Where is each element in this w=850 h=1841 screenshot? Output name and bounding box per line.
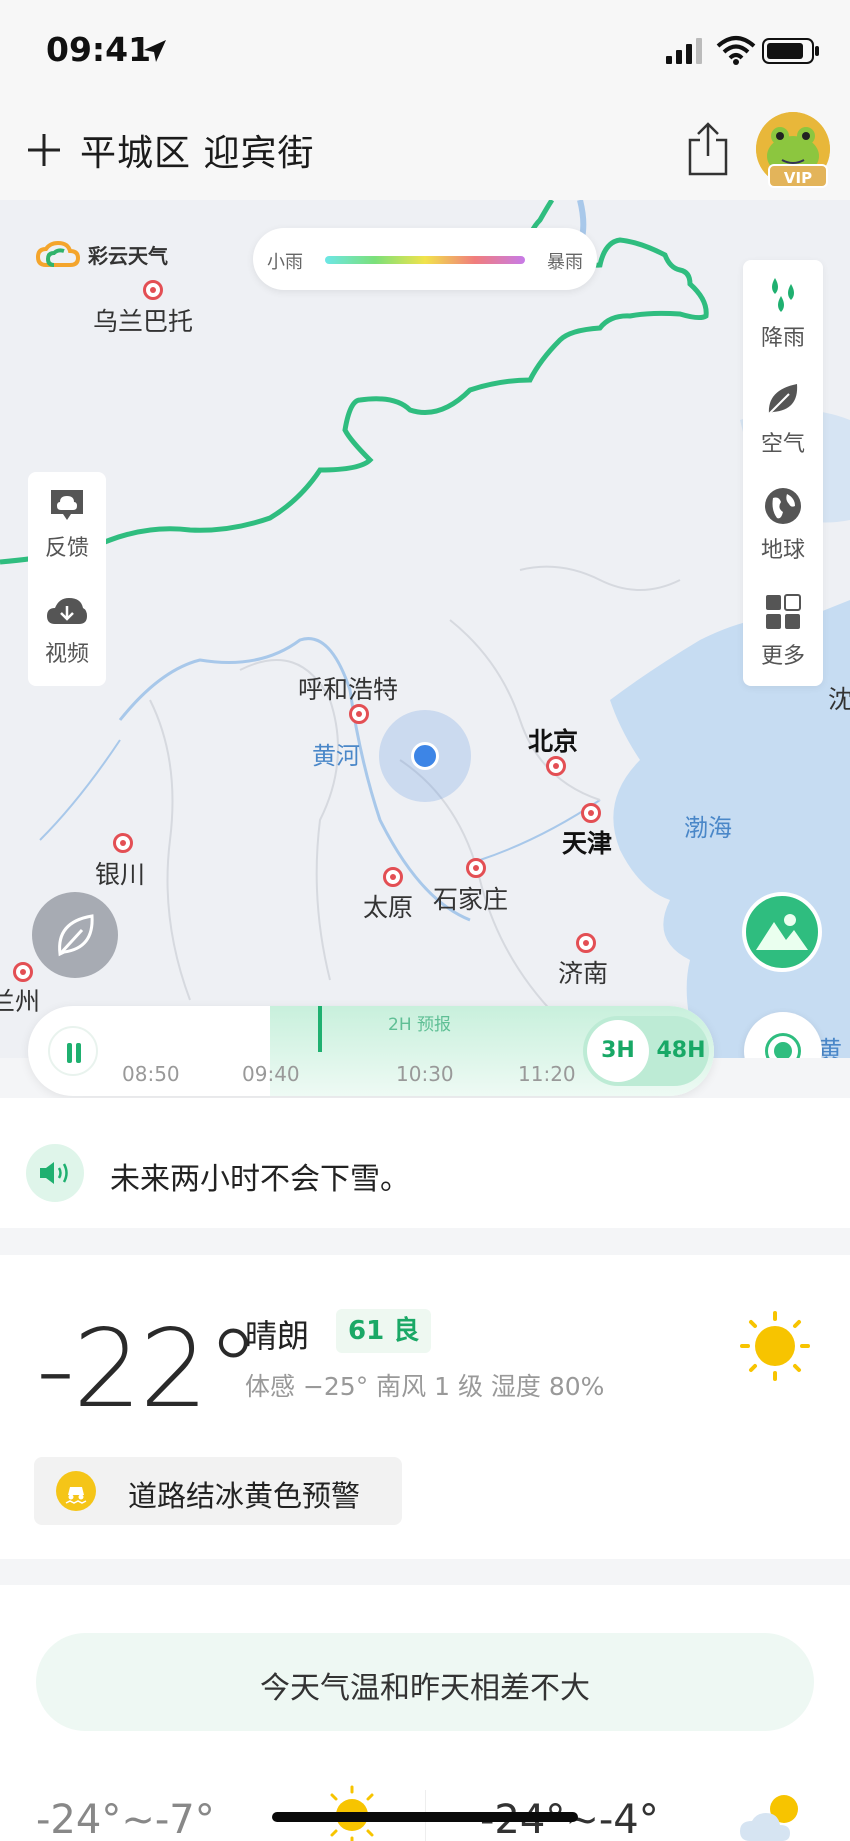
video-button[interactable]: 视频 bbox=[28, 594, 106, 668]
feedback-button[interactable]: 反馈 bbox=[28, 488, 106, 562]
cloud-logo-icon bbox=[36, 240, 80, 267]
map-layer-panel: 降雨 空气 地球 更多 bbox=[743, 260, 823, 686]
video-label: 视频 bbox=[44, 642, 89, 667]
today-range: -24°~-7° bbox=[36, 1797, 215, 1841]
city-beijing: 北京 bbox=[528, 727, 579, 756]
layer-air-label: 空气 bbox=[760, 432, 805, 457]
sun-cloud-icon bbox=[740, 1795, 798, 1841]
weather-app: { "status_bar": {"time": "09:41"}, "head… bbox=[0, 0, 850, 1841]
rain-drops-icon bbox=[772, 278, 794, 312]
city-yinchuan: 银川 bbox=[95, 860, 146, 889]
city-marker bbox=[581, 803, 601, 823]
city-marker bbox=[546, 756, 566, 776]
layer-globe-label: 地球 bbox=[760, 538, 805, 563]
city-marker bbox=[576, 933, 596, 953]
city-shijiazhuang: 石家庄 bbox=[433, 885, 509, 914]
layer-rain-label: 降雨 bbox=[760, 326, 805, 351]
current-temperature: -22° bbox=[36, 1307, 260, 1432]
road-icing-warning-icon bbox=[56, 1471, 96, 1511]
weather-warning[interactable]: 道路结冰黄色预警 bbox=[34, 1457, 402, 1525]
city-marker bbox=[13, 962, 33, 982]
mountain-icon bbox=[756, 914, 808, 950]
legend-heavy-label: 暴雨 bbox=[547, 252, 583, 273]
feedback-icon bbox=[51, 490, 83, 520]
scenery-button[interactable] bbox=[742, 892, 822, 972]
aqi-badge[interactable]: 61 良 bbox=[336, 1309, 432, 1353]
caiyun-logo: 彩云天气 bbox=[36, 240, 168, 269]
logo-text: 彩云天气 bbox=[88, 244, 168, 268]
city-wulanbatuo: 乌兰巴托 bbox=[93, 307, 194, 336]
sea-bohai: 渤海 bbox=[684, 814, 732, 842]
vip-badge: VIP bbox=[768, 164, 828, 188]
layer-air-button[interactable]: 空气 bbox=[743, 380, 823, 458]
grid-icon bbox=[766, 594, 801, 629]
feedback-panel: 反馈 视频 bbox=[28, 472, 106, 686]
layer-globe-button[interactable]: 地球 bbox=[743, 486, 823, 564]
time-tick: 09:40 bbox=[242, 1062, 300, 1086]
pause-button[interactable] bbox=[48, 1026, 98, 1076]
city-marker bbox=[143, 280, 163, 300]
compare-text: 今天气温和昨天相差不大 bbox=[260, 1671, 590, 1706]
time-tick: 10:30 bbox=[396, 1062, 454, 1086]
daily-summary: 今天气温和昨天相差不大 -24°~-7° -24°~-4° bbox=[0, 1585, 850, 1841]
video-download-icon bbox=[47, 598, 87, 624]
current-weather-card: -22° 晴朗 61 良 体感 −25° 南风 1 级 湿度 80% 道路结冰黄… bbox=[0, 1255, 850, 1559]
notice-text: 未来两小时不会下雪。 bbox=[110, 1162, 410, 1197]
globe-icon bbox=[765, 488, 801, 524]
forecast-label: 2H 预报 bbox=[388, 1015, 452, 1035]
feedback-label: 反馈 bbox=[44, 536, 89, 561]
leaf-icon bbox=[768, 384, 798, 415]
weather-details: 体感 −25° 南风 1 级 湿度 80% bbox=[245, 1372, 605, 1401]
add-location-icon[interactable] bbox=[24, 130, 64, 170]
warning-text: 道路结冰黄色预警 bbox=[128, 1479, 361, 1513]
toggle-48h[interactable]: 48H bbox=[653, 1016, 709, 1086]
speaker-icon bbox=[40, 1162, 68, 1184]
speaker-button[interactable] bbox=[26, 1144, 84, 1202]
time-tick: 11:20 bbox=[518, 1062, 576, 1086]
wifi-icon bbox=[716, 36, 756, 65]
compare-banner: 今天气温和昨天相差不大 bbox=[36, 1633, 814, 1731]
precip-notice-card: 未来两小时不会下雪。 bbox=[0, 1098, 850, 1228]
location-title[interactable]: 平城区 迎宾街 bbox=[80, 124, 314, 176]
share-icon[interactable] bbox=[686, 118, 730, 178]
more-button[interactable]: 更多 bbox=[743, 592, 823, 670]
toggle-3h[interactable]: 3H bbox=[587, 1020, 649, 1082]
range-toggle[interactable]: 3H 48H bbox=[583, 1016, 709, 1086]
city-shen: 沈 bbox=[828, 685, 850, 714]
city-marker bbox=[349, 704, 369, 724]
app-header: 平城区 迎宾街 VIP bbox=[0, 108, 850, 200]
city-tianjin: 天津 bbox=[562, 829, 613, 858]
more-label: 更多 bbox=[760, 644, 805, 669]
city-taiyuan: 太原 bbox=[363, 893, 414, 922]
battery-icon bbox=[762, 38, 819, 64]
weather-condition: 晴朗 bbox=[245, 1317, 310, 1355]
home-indicator[interactable] bbox=[272, 1812, 578, 1822]
city-marker bbox=[466, 858, 486, 878]
radar-map[interactable]: 彩云天气 小雨 暴雨 降雨 空气 地球 更多 反馈 视频 乌兰巴托 呼和浩特 黄… bbox=[0, 200, 850, 1058]
river-huanghe: 黄河 bbox=[312, 742, 360, 770]
city-jinan: 济南 bbox=[558, 959, 609, 988]
radar-timeline[interactable]: 2H 预报 08:50 09:40 10:30 11:20 3H 48H bbox=[28, 1006, 714, 1096]
location-arrow-icon bbox=[144, 40, 166, 62]
timeline-cursor[interactable] bbox=[318, 1006, 322, 1052]
status-bar: 09:41 bbox=[0, 0, 850, 108]
city-lanzhou: 兰州 bbox=[0, 987, 41, 1016]
air-quality-float-button[interactable] bbox=[32, 892, 118, 978]
city-huhehaote: 呼和浩特 bbox=[298, 675, 399, 704]
precipitation-legend: 小雨 暴雨 bbox=[253, 228, 597, 290]
layer-rain-button[interactable]: 降雨 bbox=[743, 274, 823, 352]
cellular-signal-icon bbox=[666, 38, 702, 64]
time-tick: 08:50 bbox=[122, 1062, 180, 1086]
current-location-dot bbox=[411, 742, 439, 770]
city-marker bbox=[113, 833, 133, 853]
legend-light-label: 小雨 bbox=[267, 252, 303, 273]
sun-icon bbox=[740, 1311, 810, 1381]
city-marker bbox=[383, 867, 403, 887]
leaf-outline-icon bbox=[58, 914, 94, 957]
status-time: 09:41 bbox=[46, 30, 152, 69]
legend-gradient-bar bbox=[325, 256, 525, 264]
